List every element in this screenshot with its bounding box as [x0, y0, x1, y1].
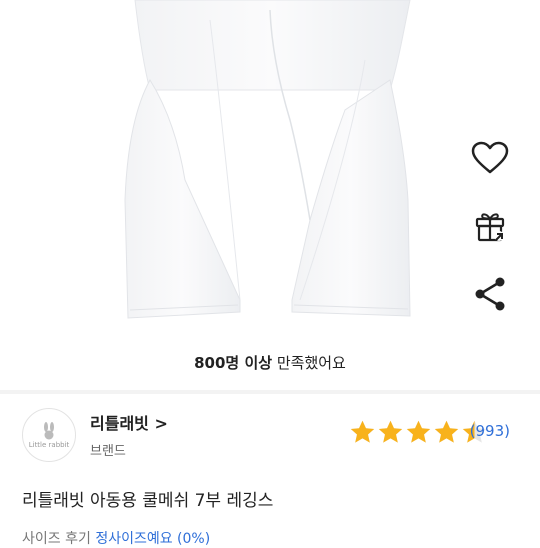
satisfaction-text: 800명 이상 만족했어요: [0, 352, 540, 373]
share-button[interactable]: [470, 274, 510, 314]
size-review-line: 사이즈 후기 정사이즈예요 (0%): [22, 528, 210, 548]
product-image[interactable]: [0, 0, 540, 400]
brand-logo-text: Little rabbit: [28, 440, 70, 449]
star-icon: [350, 420, 375, 443]
leggings-photo: [124, 0, 411, 319]
rating-stars[interactable]: [349, 419, 488, 446]
brand-logo[interactable]: Little rabbit: [22, 408, 76, 462]
section-divider: [0, 390, 540, 394]
brand-link[interactable]: 리틀래빗 >: [90, 410, 168, 434]
star-icon: [378, 420, 403, 443]
satisfaction-count: 800명 이상: [194, 354, 273, 372]
product-title: 리틀래빗 아동용 쿨메쉬 7부 레깅스: [22, 491, 274, 511]
gift-button[interactable]: [470, 206, 510, 246]
brand-row: Little rabbit 리틀래빗 > 브랜드 (993): [22, 408, 522, 462]
star-icon: [434, 420, 459, 443]
size-review-label: 사이즈 후기: [22, 531, 91, 547]
review-count-link[interactable]: (993): [470, 422, 510, 440]
brand-label: 브랜드: [90, 444, 126, 459]
heart-outline-icon: [471, 141, 509, 174]
rabbit-logo-icon: [44, 421, 54, 439]
gift-icon: [475, 213, 505, 242]
star-icon: [406, 420, 431, 443]
share-icon: [475, 277, 505, 311]
wishlist-button[interactable]: [470, 138, 510, 178]
satisfaction-label: 만족했어요: [276, 354, 346, 372]
size-review-value[interactable]: 정사이즈예요 (0%): [95, 531, 210, 547]
